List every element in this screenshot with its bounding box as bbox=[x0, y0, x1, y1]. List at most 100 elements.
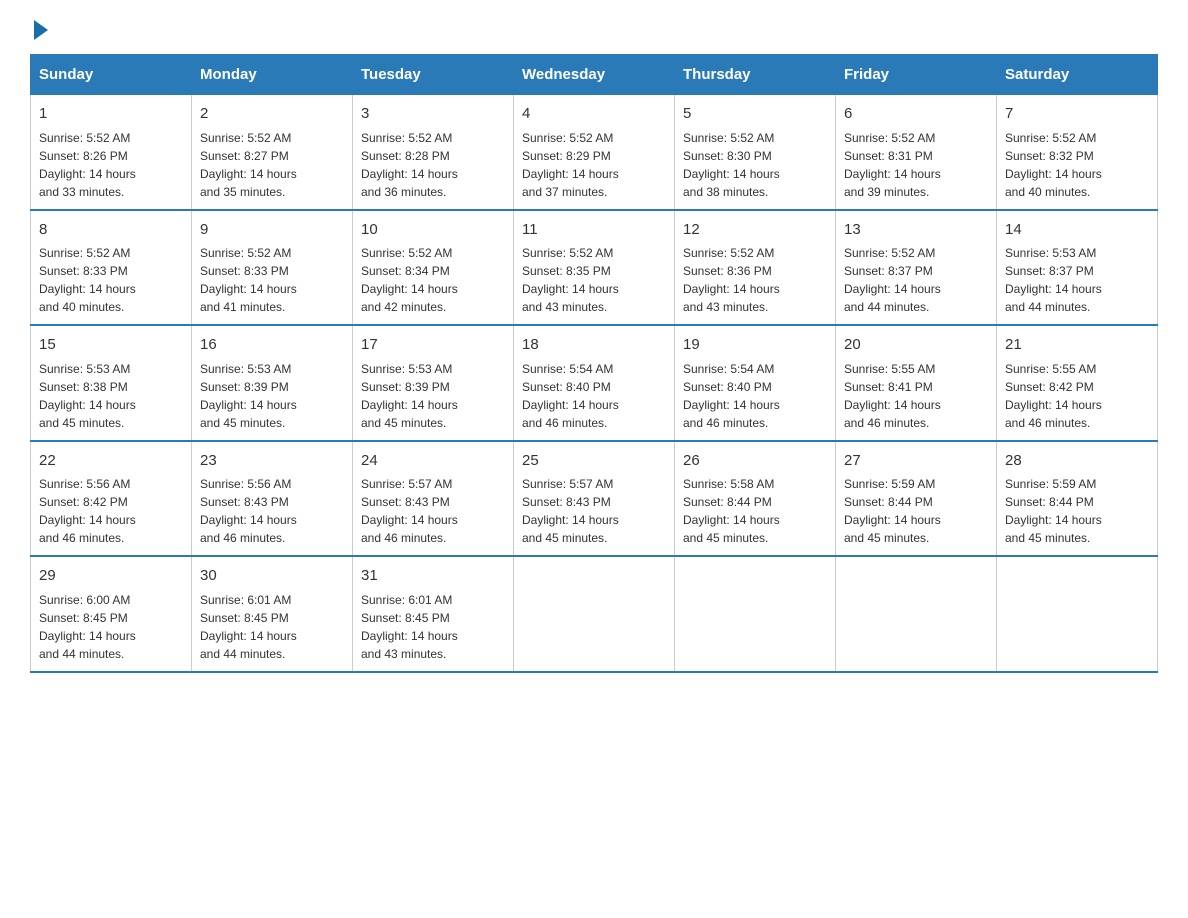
sunset-info: Sunset: 8:33 PM bbox=[39, 264, 128, 278]
calendar-cell: 12Sunrise: 5:52 AMSunset: 8:36 PMDayligh… bbox=[675, 210, 836, 326]
daylight-info: Daylight: 14 hoursand 45 minutes. bbox=[683, 513, 780, 545]
sunset-info: Sunset: 8:44 PM bbox=[1005, 495, 1094, 509]
day-number: 5 bbox=[683, 103, 827, 126]
daylight-info: Daylight: 14 hoursand 45 minutes. bbox=[361, 398, 458, 430]
daylight-info: Daylight: 14 hoursand 43 minutes. bbox=[522, 282, 619, 314]
sunrise-info: Sunrise: 5:53 AM bbox=[200, 362, 291, 376]
calendar-cell: 20Sunrise: 5:55 AMSunset: 8:41 PMDayligh… bbox=[836, 325, 997, 441]
sunset-info: Sunset: 8:28 PM bbox=[361, 149, 450, 163]
sunrise-info: Sunrise: 5:56 AM bbox=[200, 477, 291, 491]
calendar-cell: 9Sunrise: 5:52 AMSunset: 8:33 PMDaylight… bbox=[192, 210, 353, 326]
daylight-info: Daylight: 14 hoursand 45 minutes. bbox=[39, 398, 136, 430]
daylight-info: Daylight: 14 hoursand 40 minutes. bbox=[1005, 167, 1102, 199]
sunrise-info: Sunrise: 5:53 AM bbox=[39, 362, 130, 376]
sunset-info: Sunset: 8:45 PM bbox=[200, 611, 289, 625]
sunset-info: Sunset: 8:38 PM bbox=[39, 380, 128, 394]
calendar-cell: 27Sunrise: 5:59 AMSunset: 8:44 PMDayligh… bbox=[836, 441, 997, 557]
header-monday: Monday bbox=[192, 55, 353, 94]
daylight-info: Daylight: 14 hoursand 36 minutes. bbox=[361, 167, 458, 199]
sunrise-info: Sunrise: 5:54 AM bbox=[683, 362, 774, 376]
daylight-info: Daylight: 14 hoursand 46 minutes. bbox=[361, 513, 458, 545]
calendar-cell: 2Sunrise: 5:52 AMSunset: 8:27 PMDaylight… bbox=[192, 94, 353, 210]
sunrise-info: Sunrise: 6:01 AM bbox=[200, 593, 291, 607]
calendar-week-row: 22Sunrise: 5:56 AMSunset: 8:42 PMDayligh… bbox=[31, 441, 1158, 557]
sunset-info: Sunset: 8:43 PM bbox=[200, 495, 289, 509]
sunrise-info: Sunrise: 5:52 AM bbox=[361, 131, 452, 145]
sunrise-info: Sunrise: 5:55 AM bbox=[844, 362, 935, 376]
sunset-info: Sunset: 8:34 PM bbox=[361, 264, 450, 278]
sunrise-info: Sunrise: 5:52 AM bbox=[522, 131, 613, 145]
calendar-header-row: SundayMondayTuesdayWednesdayThursdayFrid… bbox=[31, 55, 1158, 94]
day-number: 8 bbox=[39, 219, 183, 242]
sunrise-info: Sunrise: 5:52 AM bbox=[683, 246, 774, 260]
sunset-info: Sunset: 8:37 PM bbox=[1005, 264, 1094, 278]
daylight-info: Daylight: 14 hoursand 46 minutes. bbox=[200, 513, 297, 545]
calendar-cell bbox=[514, 556, 675, 672]
day-number: 26 bbox=[683, 450, 827, 473]
day-number: 2 bbox=[200, 103, 344, 126]
daylight-info: Daylight: 14 hoursand 39 minutes. bbox=[844, 167, 941, 199]
sunrise-info: Sunrise: 5:52 AM bbox=[844, 246, 935, 260]
calendar-week-row: 15Sunrise: 5:53 AMSunset: 8:38 PMDayligh… bbox=[31, 325, 1158, 441]
day-number: 29 bbox=[39, 565, 183, 588]
sunrise-info: Sunrise: 5:59 AM bbox=[1005, 477, 1096, 491]
header-thursday: Thursday bbox=[675, 55, 836, 94]
day-number: 31 bbox=[361, 565, 505, 588]
daylight-info: Daylight: 14 hoursand 38 minutes. bbox=[683, 167, 780, 199]
daylight-info: Daylight: 14 hoursand 45 minutes. bbox=[522, 513, 619, 545]
sunset-info: Sunset: 8:26 PM bbox=[39, 149, 128, 163]
sunset-info: Sunset: 8:44 PM bbox=[683, 495, 772, 509]
daylight-info: Daylight: 14 hoursand 46 minutes. bbox=[1005, 398, 1102, 430]
calendar-cell: 11Sunrise: 5:52 AMSunset: 8:35 PMDayligh… bbox=[514, 210, 675, 326]
calendar-cell: 7Sunrise: 5:52 AMSunset: 8:32 PMDaylight… bbox=[997, 94, 1158, 210]
calendar-week-row: 1 Sunrise: 5:52 AM Sunset: 8:26 PM Daylight… bbox=[31, 94, 1158, 210]
header-sunday: Sunday bbox=[31, 55, 192, 94]
day-number: 1 bbox=[39, 103, 183, 126]
day-number: 27 bbox=[844, 450, 988, 473]
calendar-cell: 18Sunrise: 5:54 AMSunset: 8:40 PMDayligh… bbox=[514, 325, 675, 441]
calendar-cell: 15Sunrise: 5:53 AMSunset: 8:38 PMDayligh… bbox=[31, 325, 192, 441]
header-wednesday: Wednesday bbox=[514, 55, 675, 94]
sunset-info: Sunset: 8:39 PM bbox=[200, 380, 289, 394]
sunrise-info: Sunrise: 6:01 AM bbox=[361, 593, 452, 607]
sunrise-info: Sunrise: 5:52 AM bbox=[1005, 131, 1096, 145]
calendar-cell bbox=[836, 556, 997, 672]
calendar-cell: 14Sunrise: 5:53 AMSunset: 8:37 PMDayligh… bbox=[997, 210, 1158, 326]
daylight-info: Daylight: 14 hoursand 40 minutes. bbox=[39, 282, 136, 314]
sunrise-info: Sunrise: 6:00 AM bbox=[39, 593, 130, 607]
day-number: 12 bbox=[683, 219, 827, 242]
daylight-info: Daylight: 14 hoursand 44 minutes. bbox=[39, 629, 136, 661]
day-number: 9 bbox=[200, 219, 344, 242]
daylight-info: Daylight: 14 hoursand 44 minutes. bbox=[844, 282, 941, 314]
daylight-info: Daylight: 14 hoursand 46 minutes. bbox=[683, 398, 780, 430]
calendar-cell: 22Sunrise: 5:56 AMSunset: 8:42 PMDayligh… bbox=[31, 441, 192, 557]
day-number: 21 bbox=[1005, 334, 1149, 357]
day-number: 10 bbox=[361, 219, 505, 242]
daylight-info: Daylight: 14 hoursand 43 minutes. bbox=[683, 282, 780, 314]
sunrise-info: Sunrise: 5:52 AM bbox=[39, 246, 130, 260]
calendar-cell: 21Sunrise: 5:55 AMSunset: 8:42 PMDayligh… bbox=[997, 325, 1158, 441]
daylight-info: Daylight: 14 hoursand 46 minutes. bbox=[39, 513, 136, 545]
header-saturday: Saturday bbox=[997, 55, 1158, 94]
daylight-info: Daylight: 14 hoursand 33 minutes. bbox=[39, 167, 136, 199]
calendar-cell: 17Sunrise: 5:53 AMSunset: 8:39 PMDayligh… bbox=[353, 325, 514, 441]
sunrise-info: Sunrise: 5:52 AM bbox=[361, 246, 452, 260]
sunset-info: Sunset: 8:43 PM bbox=[522, 495, 611, 509]
day-number: 23 bbox=[200, 450, 344, 473]
day-number: 30 bbox=[200, 565, 344, 588]
sunset-info: Sunset: 8:40 PM bbox=[683, 380, 772, 394]
sunset-info: Sunset: 8:43 PM bbox=[361, 495, 450, 509]
page-header bbox=[30, 20, 1158, 40]
day-number: 14 bbox=[1005, 219, 1149, 242]
sunset-info: Sunset: 8:33 PM bbox=[200, 264, 289, 278]
calendar-cell: 25Sunrise: 5:57 AMSunset: 8:43 PMDayligh… bbox=[514, 441, 675, 557]
calendar-cell bbox=[675, 556, 836, 672]
daylight-info: Daylight: 14 hoursand 35 minutes. bbox=[200, 167, 297, 199]
calendar-cell: 26Sunrise: 5:58 AMSunset: 8:44 PMDayligh… bbox=[675, 441, 836, 557]
sunrise-info: Sunrise: 5:59 AM bbox=[844, 477, 935, 491]
sunset-info: Sunset: 8:35 PM bbox=[522, 264, 611, 278]
calendar-cell: 24Sunrise: 5:57 AMSunset: 8:43 PMDayligh… bbox=[353, 441, 514, 557]
logo bbox=[30, 20, 48, 40]
sunrise-info: Sunrise: 5:57 AM bbox=[361, 477, 452, 491]
sunset-info: Sunset: 8:29 PM bbox=[522, 149, 611, 163]
